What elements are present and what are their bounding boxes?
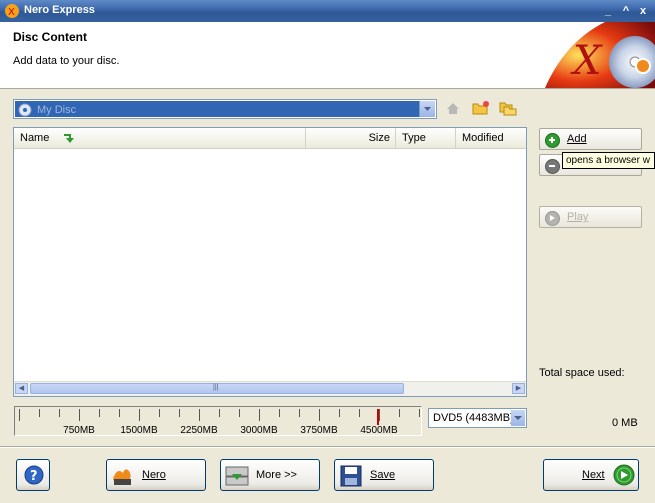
ruler-tick xyxy=(219,409,220,417)
ruler-tick xyxy=(19,409,20,421)
ruler-tick-label: 1500MB xyxy=(120,425,158,436)
minimize-button[interactable]: _ xyxy=(601,4,615,18)
page-header: Disc Content Add data to your disc. X xyxy=(0,22,655,89)
up-folder-icon[interactable] xyxy=(445,100,461,116)
ruler-tick-label: 2250MB xyxy=(180,425,218,436)
nero-burn-icon xyxy=(111,465,133,490)
scroll-right-button[interactable]: ▶ xyxy=(512,383,525,394)
column-name-label: Name xyxy=(20,132,50,144)
add-button-label: Add xyxy=(567,133,587,145)
ruler-tick xyxy=(339,409,340,417)
file-list[interactable]: Name Size Type Modified ◀ ||| ▶ xyxy=(13,127,527,397)
ruler-tick-label: 3750MB xyxy=(300,425,338,436)
ruler-tick xyxy=(239,409,240,417)
sort-arrow-icon xyxy=(62,131,78,152)
column-size[interactable]: Size xyxy=(306,128,396,148)
scroll-thumb[interactable]: ||| xyxy=(30,383,404,394)
ruler-tick xyxy=(359,409,360,417)
list-header: Name Size Type Modified xyxy=(14,128,526,149)
disc-name-value: My Disc xyxy=(37,104,77,116)
ruler-tick xyxy=(59,409,60,417)
ruler-tick xyxy=(379,409,380,421)
ruler-tick xyxy=(199,409,200,421)
ruler-tick xyxy=(119,409,120,417)
svg-text:?: ? xyxy=(30,469,38,484)
nero-button-label: Nero xyxy=(142,469,166,481)
remove-icon xyxy=(545,159,560,174)
ruler-tick xyxy=(279,409,280,417)
ruler-tick xyxy=(99,409,100,417)
play-button[interactable]: Play xyxy=(539,206,642,228)
add-tooltip: opens a browser w xyxy=(562,152,655,169)
chevron-down-icon[interactable] xyxy=(511,410,525,426)
next-button-label: Next xyxy=(582,469,605,481)
ruler-tick xyxy=(79,409,80,421)
horizontal-scrollbar[interactable]: ◀ ||| ▶ xyxy=(14,381,526,396)
scroll-left-button[interactable]: ◀ xyxy=(15,383,28,394)
ruler-tick-label: 750MB xyxy=(63,425,95,436)
ruler-tick xyxy=(39,409,40,417)
column-type-label: Type xyxy=(402,132,426,144)
add-icon xyxy=(545,133,560,148)
title-bar: X Nero Express _ ^ x xyxy=(0,0,655,22)
capacity-marker xyxy=(376,409,379,425)
drive-icon xyxy=(225,465,249,490)
page-title: Disc Content xyxy=(13,30,88,44)
help-icon: ? xyxy=(24,465,44,488)
nero-logo: X xyxy=(535,22,655,88)
total-space-value: 0 MB xyxy=(612,417,638,429)
window-title: Nero Express xyxy=(24,4,95,16)
maximize-button[interactable]: ^ xyxy=(619,4,633,18)
play-button-label: Play xyxy=(567,211,589,223)
svg-text:X: X xyxy=(8,7,15,18)
floppy-save-icon xyxy=(340,465,362,490)
ruler-tick xyxy=(259,409,260,421)
more-button-label: More >> xyxy=(256,469,297,481)
ruler-tick xyxy=(179,409,180,417)
new-folder-icon[interactable] xyxy=(472,100,490,116)
more-button[interactable]: More >> xyxy=(220,459,320,491)
ruler-tick xyxy=(159,409,160,417)
footer-divider xyxy=(0,446,655,448)
disc-icon xyxy=(18,103,32,117)
play-icon xyxy=(545,211,560,226)
ruler-tick xyxy=(139,409,140,421)
ruler-tick xyxy=(399,409,400,417)
next-button[interactable]: Next xyxy=(543,459,639,491)
ruler-tick xyxy=(419,409,420,417)
column-modified-label: Modified xyxy=(462,132,504,144)
next-arrow-icon xyxy=(613,464,635,489)
add-button[interactable]: Add xyxy=(539,128,642,150)
ruler-tick xyxy=(299,409,300,417)
disc-type-value: DVD5 (4483MB) xyxy=(433,412,514,424)
ruler-tick-label: 3000MB xyxy=(240,425,278,436)
page-subtitle: Add data to your disc. xyxy=(13,55,120,67)
disc-type-select[interactable]: DVD5 (4483MB) xyxy=(428,408,527,428)
close-button[interactable]: x xyxy=(636,4,650,18)
column-type[interactable]: Type xyxy=(396,128,456,148)
column-size-label: Size xyxy=(368,132,390,144)
save-button-label: Save xyxy=(370,469,396,481)
save-button[interactable]: Save xyxy=(334,459,434,491)
nero-button[interactable]: Nero xyxy=(106,459,206,491)
disc-name-combo[interactable]: My Disc xyxy=(13,99,437,119)
ruler-tick xyxy=(319,409,320,421)
chevron-down-icon[interactable] xyxy=(419,101,435,117)
help-button[interactable]: ? xyxy=(16,459,50,491)
total-space-label: Total space used: xyxy=(539,367,625,379)
svg-text:X: X xyxy=(570,38,603,84)
capacity-ruler: 750MB 1500MB 2250MB 3000MB 3750MB 4500MB xyxy=(14,406,422,436)
ruler-tick-label: 4500MB xyxy=(360,425,398,436)
column-modified[interactable]: Modified xyxy=(456,128,526,148)
column-name[interactable]: Name xyxy=(14,128,306,148)
folder-properties-icon[interactable] xyxy=(499,100,517,116)
nero-app-icon: X xyxy=(4,3,20,19)
